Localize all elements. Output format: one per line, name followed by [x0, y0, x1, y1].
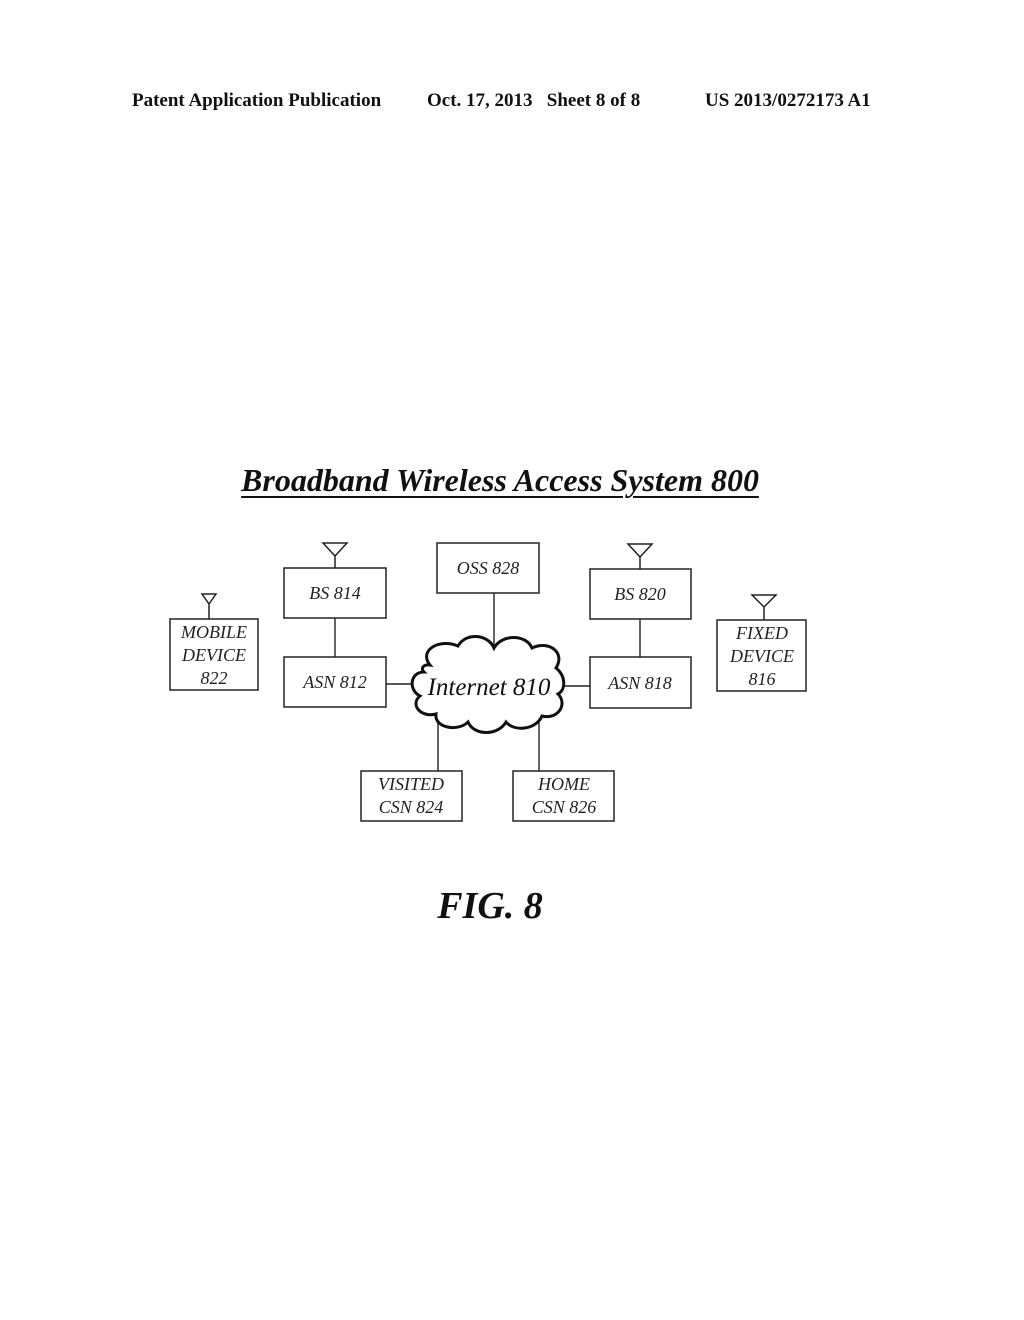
node-bs-820: BS 820: [589, 568, 692, 620]
node-label: VISITED: [378, 774, 444, 794]
node-fixed-device: FIXED DEVICE 816: [716, 619, 807, 692]
antenna-icon: [321, 542, 349, 568]
node-label: ASN 812: [302, 672, 367, 692]
node-label: 816: [749, 669, 776, 689]
antenna-icon: [200, 593, 218, 620]
node-asn-818: ASN 818: [589, 656, 692, 709]
node-oss-828: OSS 828: [436, 542, 540, 594]
node-label: 822: [201, 668, 228, 688]
node-internet-cloud: Internet 810: [410, 635, 566, 734]
node-mobile-device: MOBILE DEVICE 822: [169, 618, 259, 691]
node-label: BS 814: [309, 583, 361, 603]
node-label: MOBILE: [180, 622, 247, 642]
node-label: CSN 826: [532, 797, 597, 817]
node-label: HOME: [537, 774, 590, 794]
node-label: FIXED: [735, 623, 788, 643]
antenna-icon: [750, 594, 778, 620]
node-label: ASN 818: [607, 673, 672, 693]
node-asn-812: ASN 812: [283, 656, 387, 708]
node-label: Internet 810: [427, 674, 551, 701]
node-label: DEVICE: [181, 645, 246, 665]
figure-label: FIG. 8: [437, 885, 543, 927]
node-label: DEVICE: [729, 646, 794, 666]
antenna-icon: [626, 543, 654, 569]
node-label: BS 820: [614, 584, 666, 604]
node-label: OSS 828: [457, 558, 520, 578]
network-diagram: MOBILE DEVICE 822 BS 814 ASN 812 OSS 828…: [169, 542, 807, 822]
node-home-csn: HOME CSN 826: [512, 770, 615, 822]
node-bs-814: BS 814: [283, 567, 387, 619]
node-visited-csn: VISITED CSN 824: [360, 770, 463, 822]
node-label: CSN 824: [379, 797, 444, 817]
